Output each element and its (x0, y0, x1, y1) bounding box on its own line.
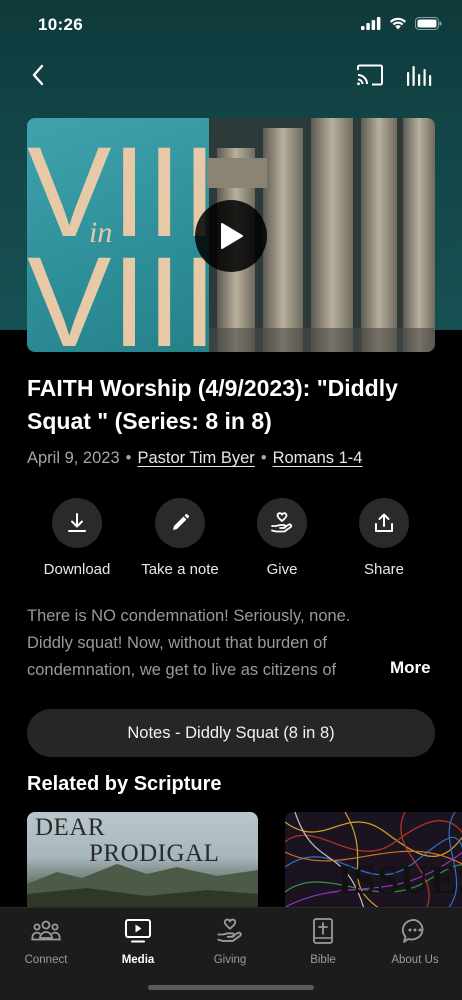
download-circle[interactable] (52, 498, 102, 548)
take-note-button[interactable]: Take a note (130, 498, 230, 578)
take-note-circle[interactable] (155, 498, 205, 548)
giving-hand-icon (271, 512, 293, 533)
thumbnail-text-mid: in (89, 216, 112, 249)
download-label: Download (43, 561, 111, 578)
status-icons (361, 17, 442, 30)
tab-giving[interactable]: Giving (190, 916, 270, 966)
tab-connect[interactable]: Connect (6, 916, 86, 966)
related-card-text-line2: PRODIGAL (89, 840, 220, 867)
take-note-label: Take a note (141, 561, 219, 578)
tab-label: Connect (24, 954, 68, 966)
wifi-icon (389, 17, 407, 30)
tab-label: Giving (213, 954, 247, 966)
share-button[interactable]: Share (334, 498, 434, 578)
sermon-title: FAITH Worship (4/9/2023): "Diddly Squat … (27, 375, 398, 434)
status-time: 10:26 (38, 15, 83, 34)
share-circle[interactable] (359, 498, 409, 548)
audio-button[interactable] (404, 61, 436, 89)
top-navigation (0, 55, 462, 95)
people-icon (31, 920, 61, 941)
give-label: Give (266, 561, 298, 578)
action-row: Download Take a note Give Share (27, 498, 437, 588)
signal-icon (361, 17, 381, 30)
share-icon (375, 513, 393, 532)
sermon-description: There is NO condemnation! Seriously, non… (27, 607, 351, 679)
thumbnail-text-bottom: VIII (27, 231, 217, 352)
tab-label: Bible (310, 954, 336, 966)
give-circle[interactable] (257, 498, 307, 548)
battery-icon (415, 17, 442, 30)
home-indicator (148, 985, 314, 990)
related-card-dear-prodigal[interactable]: DEAR PRODIGAL (27, 812, 258, 912)
download-button[interactable]: Download (27, 498, 127, 578)
separator-dot: • (260, 449, 267, 467)
give-button[interactable]: Give (232, 498, 332, 578)
related-card-text-line1: DEAR (35, 814, 106, 841)
scripture-link[interactable]: Romans 1-4 (273, 449, 363, 467)
sermon-date: April 9, 2023 (27, 449, 120, 467)
play-icon (221, 223, 243, 249)
more-button[interactable]: More (378, 658, 448, 684)
video-thumbnail[interactable]: VIII VIII in (27, 118, 435, 352)
related-section-title: Related by Scripture (27, 773, 222, 795)
tab-about-us[interactable]: About Us (375, 916, 455, 966)
notes-button[interactable]: Notes - Diddly Squat (8 in 8) (27, 709, 435, 757)
media-icon (125, 919, 151, 943)
tab-media[interactable]: Media (98, 916, 178, 966)
tab-label: Media (121, 954, 155, 966)
equalizer-icon (407, 66, 432, 86)
bible-icon (313, 918, 333, 944)
related-card-text: ISSUES (337, 857, 462, 902)
speaker-link[interactable]: Pastor Tim Byer (137, 449, 254, 467)
related-card-issues[interactable]: ISSUES (285, 812, 462, 912)
share-label: Share (363, 561, 405, 578)
chat-bubble-icon (401, 919, 424, 943)
back-button[interactable] (24, 59, 52, 91)
download-icon (68, 513, 86, 532)
separator-dot: • (125, 449, 132, 467)
tab-bible[interactable]: Bible (283, 916, 363, 966)
cast-button[interactable] (354, 61, 386, 89)
tab-label: About Us (391, 954, 439, 966)
pencil-icon (173, 513, 190, 530)
cast-icon (357, 64, 383, 86)
giving-icon (217, 918, 242, 942)
chevron-left-icon (32, 64, 44, 86)
description-fade (350, 658, 380, 684)
status-bar: 10:26 (0, 0, 462, 50)
sermon-meta: April 9, 2023 • Pastor Tim Byer • Romans 1-4 (27, 449, 447, 468)
play-button[interactable] (195, 200, 267, 272)
